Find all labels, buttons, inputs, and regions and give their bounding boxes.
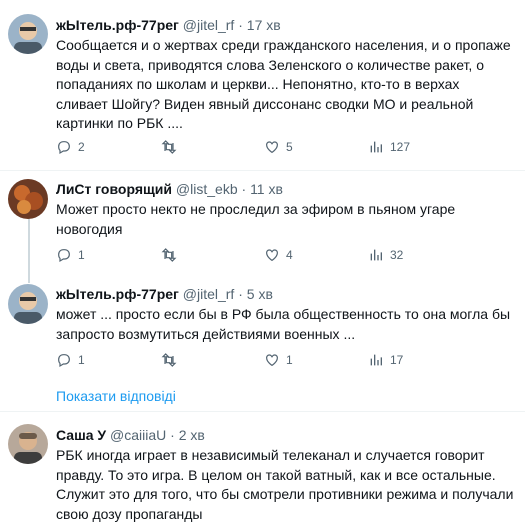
like-icon — [266, 249, 278, 262]
author-name[interactable]: ЛиСт говорящий — [56, 181, 172, 197]
tweet-actions: 1 4 32 — [56, 245, 516, 265]
tweet-text: может ... просто если бы в РФ была общес… — [56, 306, 511, 342]
like-count: 4 — [286, 248, 293, 262]
separator-dot: · — [238, 286, 243, 302]
views-icon — [370, 141, 382, 153]
separator-dot: · — [170, 427, 175, 443]
tweet-text: Сообщается и о жертвах среди гражданског… — [56, 37, 511, 131]
avatar[interactable] — [8, 14, 48, 54]
like-icon — [266, 354, 278, 367]
tweet[interactable]: Саша У @caiiiaU · 2 хв РБК иногда играет… — [0, 412, 525, 529]
reply-count: 1 — [78, 248, 85, 262]
reply-count: 2 — [78, 140, 85, 154]
like-button[interactable]: 5 — [264, 137, 293, 157]
tweet-header: Саша У @caiiiaU · 2 хв — [56, 426, 515, 444]
like-icon — [266, 141, 278, 154]
views-button[interactable]: 32 — [368, 245, 403, 265]
tweet[interactable]: ЛиСт говорящий @list_ekb · 11 хв Может п… — [0, 171, 525, 275]
reply-icon — [58, 141, 70, 155]
tweet-text: РБК иногда играет в независимый телекана… — [56, 447, 514, 522]
tweet-header: ЛиСт говорящий @list_ekb · 11 хв — [56, 180, 515, 198]
thread-line — [28, 215, 30, 275]
tweet-header: жЫтель.рф-77рег @jitel_rf · 5 хв — [56, 285, 515, 303]
views-icon — [370, 249, 382, 261]
author-handle[interactable]: @caiiiaU — [110, 427, 166, 443]
views-count: 17 — [390, 353, 404, 367]
retweet-button[interactable] — [161, 137, 183, 157]
views-button[interactable]: 17 — [368, 350, 403, 370]
avatar[interactable] — [8, 424, 48, 464]
reply-button[interactable]: 2 — [56, 137, 85, 157]
tweet-text: Может просто некто не проследил за эфиро… — [56, 201, 456, 237]
views-count: 127 — [390, 140, 411, 154]
reply-button[interactable]: 1 — [56, 350, 85, 370]
timestamp[interactable]: 2 хв — [179, 427, 205, 443]
tweet-header: жЫтель.рф-77рег @jitel_rf · 17 хв — [56, 16, 515, 34]
separator-dot: · — [241, 181, 247, 197]
timestamp[interactable]: 17 хв — [247, 17, 281, 33]
reply-icon — [58, 354, 70, 368]
tweet-content: жЫтель.рф-77рег @jitel_rf · 5 хв может .… — [56, 285, 515, 344]
author-handle[interactable]: @list_ekb — [176, 181, 238, 197]
avatar[interactable] — [8, 179, 48, 219]
reply-icon — [58, 249, 70, 263]
separator-dot: · — [238, 17, 243, 33]
author-name[interactable]: жЫтель.рф-77рег — [56, 17, 179, 33]
tweet[interactable]: жЫтель.рф-77рег @jitel_rf · 17 хв Сообща… — [0, 0, 525, 170]
tweet-actions: 1 1 17 — [56, 350, 516, 370]
retweet-icon — [161, 353, 177, 367]
like-count: 1 — [286, 353, 293, 367]
retweet-button[interactable] — [161, 350, 183, 370]
reply-count: 1 — [78, 353, 85, 367]
thread-line — [28, 275, 30, 283]
tweet-actions: 2 5 127 — [56, 137, 516, 157]
reply-button[interactable]: 1 — [56, 245, 85, 265]
show-replies-link[interactable]: Показати відповіді — [56, 388, 176, 404]
like-count: 5 — [286, 140, 293, 154]
timestamp[interactable]: 5 хв — [247, 286, 273, 302]
author-name[interactable]: Саша У — [56, 427, 106, 443]
retweet-button[interactable] — [161, 245, 183, 265]
avatar[interactable] — [8, 284, 48, 324]
author-handle[interactable]: @jitel_rf — [183, 286, 235, 302]
views-icon — [370, 354, 382, 366]
author-handle[interactable]: @jitel_rf — [183, 17, 235, 33]
author-name[interactable]: жЫтель.рф-77рег — [56, 286, 179, 302]
retweet-icon — [161, 140, 177, 154]
like-button[interactable]: 4 — [264, 245, 293, 265]
tweet-content: ЛиСт говорящий @list_ekb · 11 хв Может п… — [56, 180, 515, 239]
retweet-icon — [161, 248, 177, 262]
tweet-content: Саша У @caiiiaU · 2 хв РБК иногда играет… — [56, 426, 515, 524]
views-count: 32 — [390, 248, 404, 262]
reply-feed: жЫтель.рф-77рег @jitel_rf · 17 хв Сообща… — [0, 0, 525, 529]
like-button[interactable]: 1 — [264, 350, 293, 370]
tweet[interactable]: жЫтель.рф-77рег @jitel_rf · 5 хв может .… — [0, 275, 525, 379]
views-button[interactable]: 127 — [368, 137, 410, 157]
timestamp[interactable]: 11 хв — [250, 181, 283, 197]
tweet-content: жЫтель.рф-77рег @jitel_rf · 17 хв Сообща… — [56, 16, 515, 134]
